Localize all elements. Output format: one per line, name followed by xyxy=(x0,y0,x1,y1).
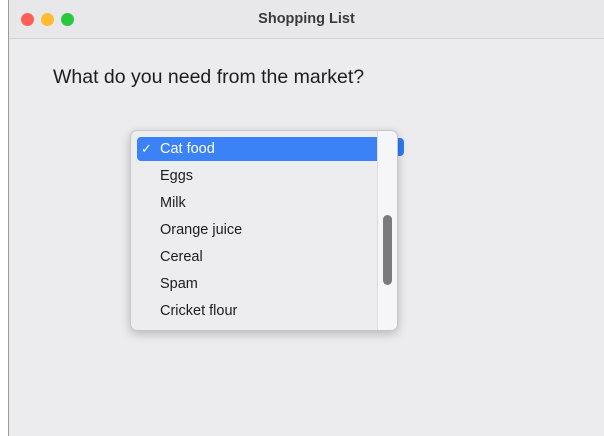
checkmark-icon: ✓ xyxy=(141,141,152,156)
menu-item[interactable]: Eggs xyxy=(137,164,382,188)
menu-item[interactable]: Cereal xyxy=(137,245,382,269)
menu-item-label: Milk xyxy=(160,195,186,211)
app-window: Shopping List What do you need from the … xyxy=(8,0,604,436)
menu-item[interactable]: ✓ Cat food xyxy=(137,137,382,161)
window-title: Shopping List xyxy=(258,11,355,27)
menu-item-label: Orange juice xyxy=(160,222,243,238)
menu-item-label: Cricket flour xyxy=(160,303,238,319)
menu-item-label: Cereal xyxy=(160,249,203,265)
menu-item[interactable]: Orange juice xyxy=(137,218,382,242)
scrollbar-thumb[interactable] xyxy=(383,215,392,285)
menu-item-label: Eggs xyxy=(160,168,194,184)
menu-item[interactable]: Spam xyxy=(137,272,382,296)
title-bar[interactable]: Shopping List xyxy=(9,0,604,39)
menu-item-label: Spam xyxy=(160,276,198,292)
menu-scrollbar[interactable] xyxy=(377,131,397,330)
menu-item[interactable]: Milk xyxy=(137,191,382,215)
menu-item-label: Cat food xyxy=(160,141,215,157)
shopping-item-dropdown-menu[interactable]: ✓ Cat food Eggs Milk Orange juice Cereal… xyxy=(130,130,398,331)
menu-item[interactable]: Cricket flour xyxy=(137,299,382,323)
prompt-label: What do you need from the market? xyxy=(53,66,365,88)
